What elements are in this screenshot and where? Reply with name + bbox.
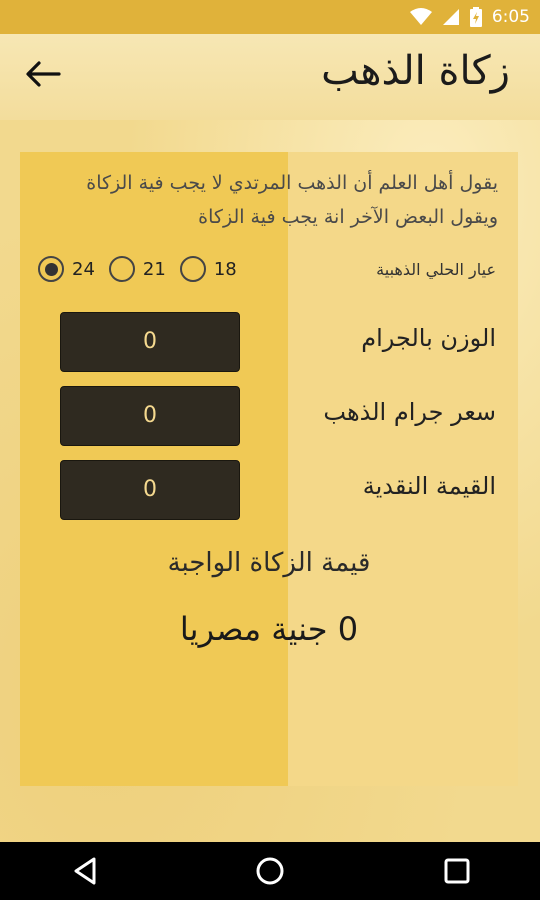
cash-value-label: القيمة النقدية: [362, 472, 496, 500]
gold-price-input[interactable]: 0: [60, 386, 240, 446]
navigation-bar: [0, 842, 540, 900]
radio-option-21[interactable]: 21: [108, 256, 166, 282]
page-title: زكاة الذهب: [321, 48, 510, 94]
home-circle-icon: [253, 857, 287, 892]
zakat-result-label: قيمة الزكاة الواجبة: [167, 548, 371, 578]
cash-value-input[interactable]: 0: [60, 460, 240, 520]
status-bar: 6:05: [0, 0, 540, 34]
weight-input[interactable]: 0: [60, 312, 240, 372]
radio-unselected-icon: [179, 256, 206, 282]
weight-row: الوزن بالجرام 0: [20, 312, 518, 372]
radio-option-24[interactable]: 24: [38, 256, 95, 282]
signal-icon: [442, 8, 460, 26]
nav-recents-button[interactable]: [440, 854, 474, 888]
status-icons: 6:05: [409, 0, 530, 34]
back-triangle-icon: [68, 857, 102, 892]
gold-price-row: سعر جرام الذهب 0: [20, 386, 518, 446]
recents-square-icon: [440, 858, 474, 892]
karat-radio-group: 24 21 18: [38, 256, 237, 282]
battery-charging-icon: [469, 7, 482, 27]
radio-selected-icon: [38, 256, 64, 282]
back-button[interactable]: [22, 58, 64, 94]
app-bar: زكاة الذهب: [0, 34, 540, 120]
radio-label: 21: [142, 258, 166, 280]
nav-home-button[interactable]: [253, 854, 287, 888]
gold-price-label: سعر جرام الذهب: [323, 398, 496, 426]
radio-unselected-icon: [108, 256, 135, 282]
karat-label: عيار الحلي الذهبية: [376, 260, 496, 279]
radio-label: 24: [72, 258, 95, 280]
nav-back-button[interactable]: [68, 854, 102, 888]
radio-label: 18: [213, 258, 237, 280]
cash-value-row: القيمة النقدية 0: [20, 460, 518, 520]
weight-label: الوزن بالجرام: [361, 324, 496, 352]
intro-text: يقول أهل العلم أن الذهب المرتدي لا يجب ف…: [86, 172, 498, 228]
zakat-card: يقول أهل العلم أن الذهب المرتدي لا يجب ف…: [20, 152, 518, 786]
radio-option-18[interactable]: 18: [179, 256, 237, 282]
zakat-result-value: 0 جنية مصريا: [179, 610, 359, 648]
status-time: 6:05: [491, 7, 530, 27]
arrow-left-icon: [25, 60, 61, 92]
wifi-icon: [409, 8, 432, 26]
